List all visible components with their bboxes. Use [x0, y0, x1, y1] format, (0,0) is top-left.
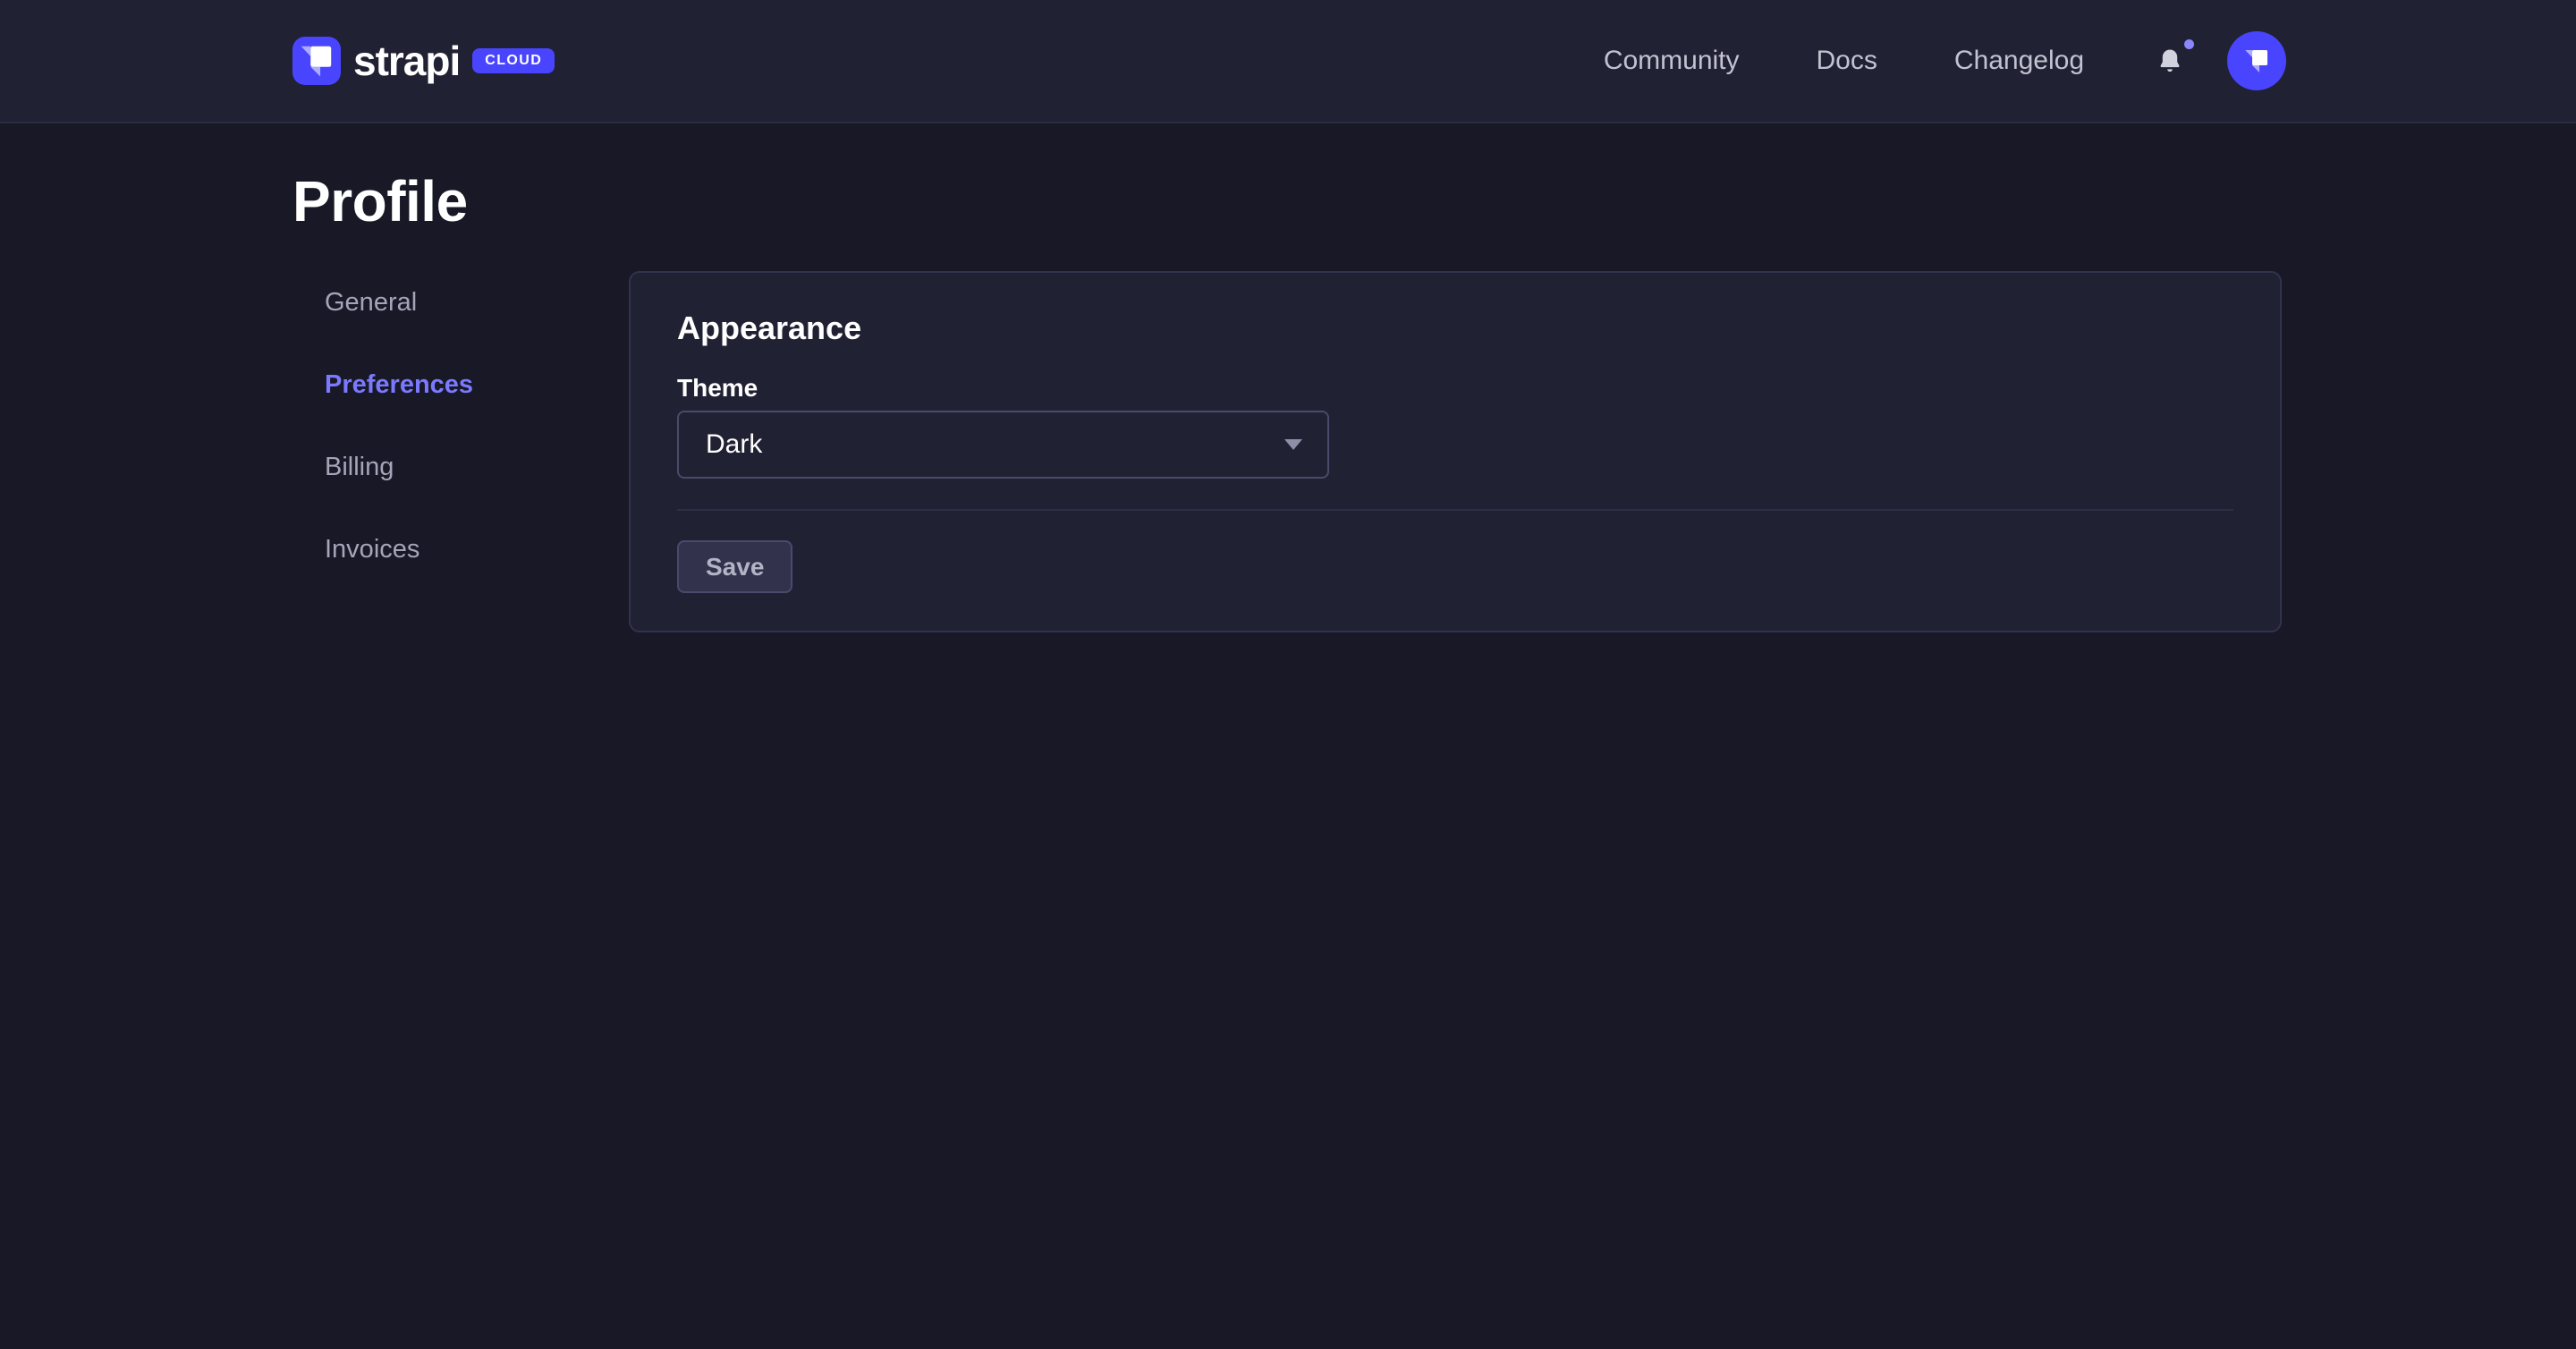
- nav-link-changelog[interactable]: Changelog: [1954, 45, 2084, 77]
- chevron-down-icon: [1284, 439, 1302, 450]
- header-nav: Community Docs Changelog: [1604, 31, 2286, 90]
- card-title: Appearance: [677, 309, 2233, 348]
- sidebar-item-billing[interactable]: Billing: [325, 454, 473, 480]
- theme-select-value: Dark: [706, 429, 762, 460]
- save-button[interactable]: Save: [677, 540, 792, 593]
- strapi-cloud-profile-screen: strapi CLOUD Community Docs Changelog: [0, 0, 2576, 1349]
- nav-link-docs[interactable]: Docs: [1817, 45, 1877, 77]
- nav-link-community[interactable]: Community: [1604, 45, 1740, 77]
- brand-home-link[interactable]: strapi CLOUD: [292, 37, 555, 85]
- theme-select[interactable]: Dark: [677, 411, 1329, 479]
- top-navbar: strapi CLOUD Community Docs Changelog: [0, 0, 2576, 123]
- sidebar-item-general[interactable]: General: [325, 289, 473, 316]
- profile-sidebar: General Preferences Billing Invoices: [325, 289, 473, 563]
- cloud-badge: CLOUD: [472, 48, 555, 73]
- appearance-card: Appearance Theme Dark Save: [629, 271, 2282, 632]
- notification-dot: [2184, 39, 2194, 49]
- sidebar-item-preferences[interactable]: Preferences: [325, 371, 473, 398]
- brand-wordmark: strapi: [353, 37, 460, 85]
- strapi-avatar-icon: [2239, 43, 2275, 79]
- user-avatar[interactable]: [2227, 31, 2286, 90]
- theme-label: Theme: [677, 373, 2233, 403]
- sidebar-item-invoices[interactable]: Invoices: [325, 536, 473, 563]
- notifications-button[interactable]: [2152, 43, 2188, 79]
- strapi-logo-icon: [292, 37, 341, 85]
- card-divider: [677, 509, 2233, 511]
- page-title: Profile: [292, 172, 468, 231]
- bell-icon: [2155, 46, 2185, 76]
